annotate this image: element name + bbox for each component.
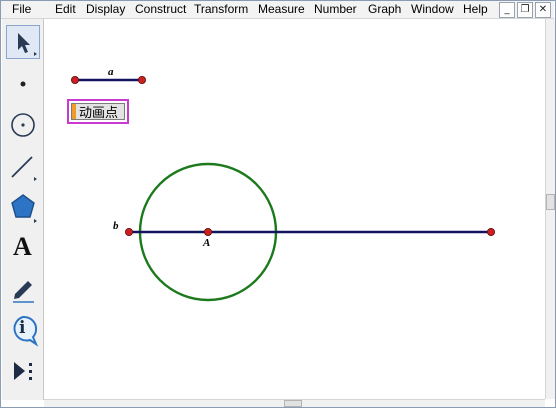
segment-b-end-point[interactable] [486,227,495,236]
horizontal-scrollbar[interactable] [44,399,545,407]
segment-a-start-point[interactable] [71,76,80,85]
label-b[interactable]: b [113,220,119,232]
vertical-scroll-thumb[interactable] [546,194,555,210]
label-A[interactable]: A [203,237,210,249]
animate-point-button[interactable]: 动画点 [67,99,129,124]
horizontal-scroll-thumb[interactable] [284,400,302,407]
vertical-scrollbar[interactable] [545,19,555,399]
sketch-drawing [71,76,495,302]
point-A[interactable] [203,227,212,236]
label-a[interactable]: a [108,66,114,78]
segment-b-start-point[interactable] [125,227,134,236]
animate-point-label: 动画点 [79,106,119,121]
animate-point-button-face: 动画点 [71,103,125,121]
segment-a-end-point[interactable] [137,76,146,85]
